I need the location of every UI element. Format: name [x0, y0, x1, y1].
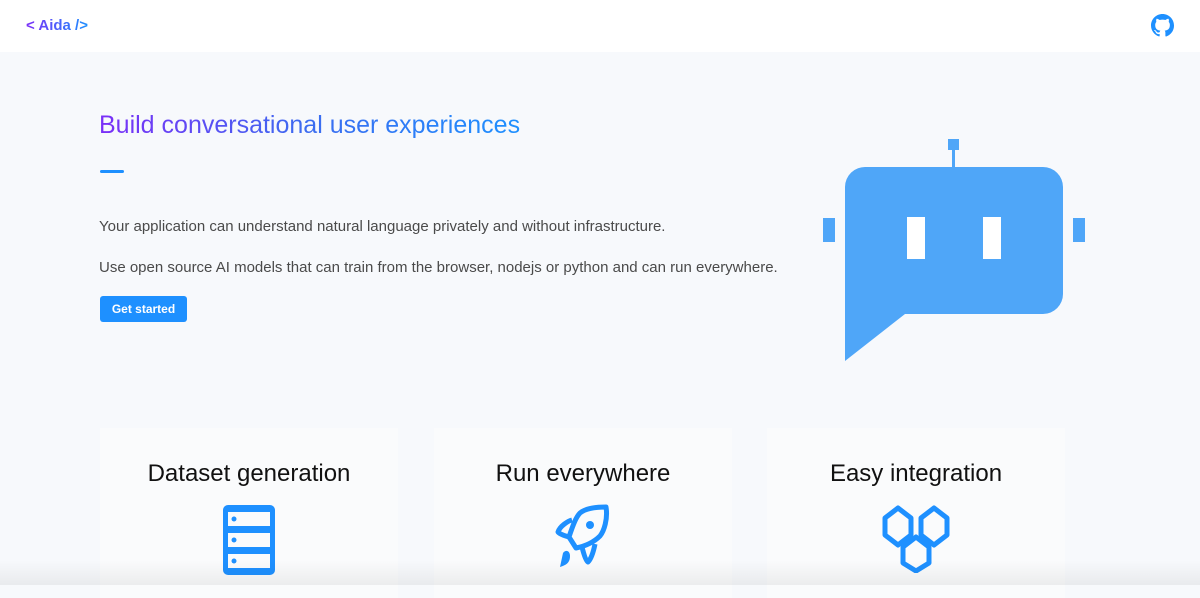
github-icon[interactable]: [1151, 14, 1174, 37]
logo-link[interactable]: < Aida />: [26, 17, 88, 34]
scroll-shadow: [0, 560, 1200, 585]
feature-title: Run everywhere: [495, 460, 671, 487]
top-nav: < Aida />: [0, 0, 1200, 52]
robot-chat-illustration: [823, 139, 1085, 361]
get-started-button[interactable]: Get started: [100, 296, 187, 322]
title-underline: [100, 170, 124, 173]
hero-paragraph-1: Your application can understand natural …: [99, 218, 666, 235]
feature-title: Easy integration: [829, 460, 1003, 487]
hero-title: Build conversational user experiences: [99, 111, 521, 139]
feature-title: Dataset generation: [147, 460, 351, 487]
hero-paragraph-2: Use open source AI models that can train…: [99, 259, 778, 276]
